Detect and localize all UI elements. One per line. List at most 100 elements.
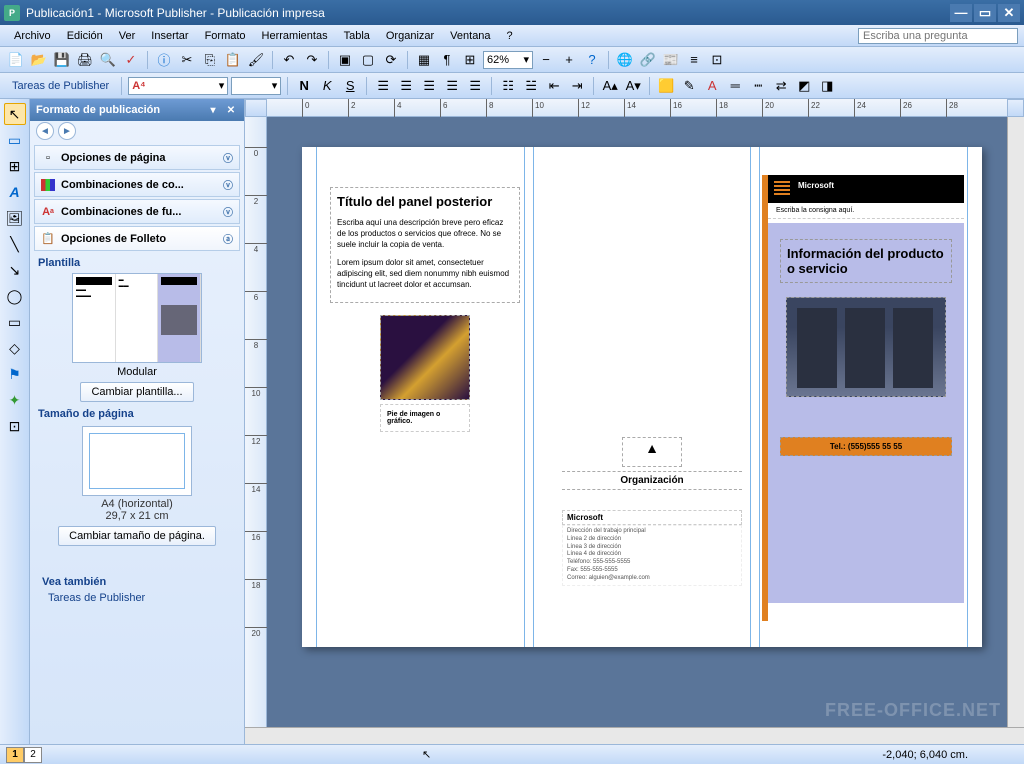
font-color-icon[interactable]: A [702,76,722,96]
send-back-icon[interactable]: ▢ [358,50,378,70]
font-size-combo[interactable]: ▾ [231,77,281,95]
bring-front-icon[interactable]: ▣ [335,50,355,70]
increase-indent-icon[interactable]: ⇥ [567,76,587,96]
decrease-indent-icon[interactable]: ⇤ [544,76,564,96]
help-icon[interactable]: ? [582,50,602,70]
copy-icon[interactable]: ⎘ [200,50,220,70]
bookmark-tool-icon[interactable]: ⚑ [4,363,26,385]
wordart-tool-icon[interactable]: A [4,181,26,203]
template-thumbnail[interactable]: ▬▬▬▬▬ ▬▬▬ [72,273,202,363]
print-preview-icon[interactable]: 🔍 [98,50,118,70]
italic-icon[interactable]: K [317,76,337,96]
distribute-icon[interactable]: ☰ [465,76,485,96]
select-tool-icon[interactable]: ↖ [4,103,26,125]
address-panel[interactable]: ▲ Organización Microsoft Dirección del t… [562,437,742,586]
page-tab-1[interactable]: 1 [6,747,24,763]
save-icon[interactable]: 💾 [52,50,72,70]
vertical-scrollbar[interactable] [1007,117,1024,727]
zoom-in-icon[interactable]: + [559,50,579,70]
redo-icon[interactable]: ↷ [302,50,322,70]
horizontal-ruler[interactable]: 0 2 4 6 8 10 12 14 16 18 20 22 24 26 28 [267,99,1007,117]
maximize-button[interactable]: ▭ [974,4,996,22]
zoom-out-icon[interactable]: − [536,50,556,70]
back-panel[interactable]: Título del panel posterior Escriba aquí … [330,187,520,432]
menu-help[interactable]: ? [499,28,521,44]
task-pane-close-icon[interactable]: ✕ [224,103,238,117]
front-tagline[interactable]: Escriba la consigna aquí. [768,203,964,219]
change-page-size-button[interactable]: Cambiar tamaño de página. [58,526,216,546]
front-panel[interactable]: Microsoft Escriba la consigna aquí. Info… [768,175,964,621]
boundaries-icon[interactable]: ⊞ [460,50,480,70]
menu-insertar[interactable]: Insertar [143,28,196,44]
front-company[interactable]: Microsoft [798,181,834,190]
menu-edicion[interactable]: Edición [59,28,111,44]
increase-font-icon[interactable]: A▴ [600,76,620,96]
new-icon[interactable]: 📄 [6,50,26,70]
menu-herramientas[interactable]: Herramientas [254,28,336,44]
section-brochure-options[interactable]: 📋 Opciones de Folleto ⓐ [34,226,240,251]
line-tool-icon[interactable]: ╲ [4,233,26,255]
line-style-icon[interactable]: ═ [725,76,745,96]
numbering-icon[interactable]: ☱ [521,76,541,96]
print-icon[interactable]: 🖨 [75,50,95,70]
front-header[interactable]: Microsoft [768,175,964,203]
web-preview-icon[interactable]: 🌐 [615,50,635,70]
fill-color-icon[interactable]: 🟨 [656,76,676,96]
item-library-icon[interactable]: ⊡ [4,415,26,437]
align-center-icon[interactable]: ☰ [396,76,416,96]
autoshapes-tool-icon[interactable]: ◇ [4,337,26,359]
zoom-combo[interactable]: 62%▾ [483,51,533,69]
arrow-style-icon[interactable]: ⇄ [771,76,791,96]
design-gallery-icon[interactable]: ✦ [4,389,26,411]
nav-back-icon[interactable]: ◄ [36,122,54,140]
menu-organizar[interactable]: Organizar [378,28,442,44]
front-title[interactable]: Información del producto o servicio [780,239,952,283]
change-template-button[interactable]: Cambiar plantilla... [80,382,193,402]
organization-name[interactable]: Organización [562,471,742,490]
task-pane-dropdown-icon[interactable]: ▾ [206,103,220,117]
workspace[interactable]: Título del panel posterior Escriba aquí … [267,117,1007,727]
back-panel-lorem[interactable]: Lorem ipsum dolor sit amet, consectetuer… [337,257,513,291]
arrow-tool-icon[interactable]: ↘ [4,259,26,281]
vertical-ruler[interactable]: 0 2 4 6 8 10 12 14 16 18 20 [245,117,267,727]
back-panel-caption[interactable]: Pie de imagen o gráfico. [380,404,470,432]
undo-icon[interactable]: ↶ [279,50,299,70]
3d-icon[interactable]: ◨ [817,76,837,96]
menu-ver[interactable]: Ver [111,28,144,44]
page-tab-2[interactable]: 2 [24,747,42,763]
bullets-icon[interactable]: ☷ [498,76,518,96]
front-image[interactable] [786,297,946,397]
spell-icon[interactable]: ✓ [121,50,141,70]
bold-icon[interactable]: N [294,76,314,96]
section-color-schemes[interactable]: Combinaciones de co... ⓥ [34,172,240,197]
rotate-icon[interactable]: ⟳ [381,50,401,70]
see-also-link[interactable]: Tareas de Publisher [48,592,240,604]
horizontal-scrollbar[interactable] [245,727,1024,744]
open-icon[interactable]: 📂 [29,50,49,70]
close-button[interactable]: ✕ [998,4,1020,22]
page-canvas[interactable]: Título del panel posterior Escriba aquí … [302,147,982,647]
help-search-input[interactable] [858,28,1018,44]
front-tel[interactable]: Tel.: (555)555 55 55 [780,437,952,456]
format-painter-icon[interactable]: 🖌 [246,50,266,70]
section-font-schemes[interactable]: Aa Combinaciones de fu... ⓥ [34,199,240,224]
menu-archivo[interactable]: Archivo [6,28,59,44]
font-combo[interactable]: A⁴▾ [128,77,228,95]
back-panel-title[interactable]: Título del panel posterior [337,194,513,209]
research-icon[interactable]: ⓘ [154,50,174,70]
oval-tool-icon[interactable]: ◯ [4,285,26,307]
paste-icon[interactable]: 📋 [223,50,243,70]
hyperlink-icon[interactable]: 🔗 [638,50,658,70]
minimize-button[interactable]: — [950,4,972,22]
rectangle-tool-icon[interactable]: ▭ [4,311,26,333]
special-chars-icon[interactable]: ¶ [437,50,457,70]
align-right-icon[interactable]: ☰ [419,76,439,96]
company-name[interactable]: Microsoft [562,510,742,525]
org-logo-placeholder[interactable]: ▲ [622,437,682,467]
text-box-tool-icon[interactable]: ▭ [4,129,26,151]
back-panel-desc[interactable]: Escriba aquí una descripción breve pero … [337,217,513,251]
dash-style-icon[interactable]: ┉ [748,76,768,96]
line-color-icon[interactable]: ✎ [679,76,699,96]
tasks-label[interactable]: Tareas de Publisher [6,80,115,92]
picture-tool-icon[interactable]: 🖼 [4,207,26,229]
